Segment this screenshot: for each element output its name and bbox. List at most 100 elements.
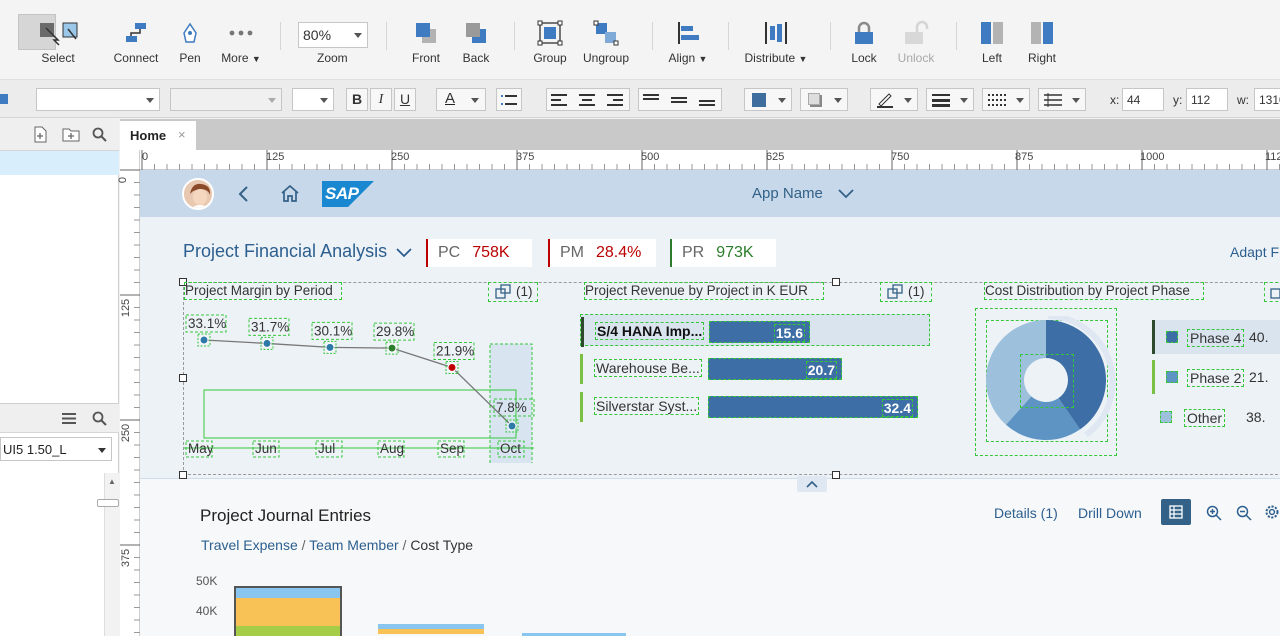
ungroup-button[interactable]: Ungroup — [578, 16, 634, 76]
journal-bar-selected[interactable] — [234, 586, 342, 636]
open-link-icon[interactable] — [887, 284, 903, 299]
zoom-select[interactable]: 80% — [298, 22, 368, 48]
margin-data-point[interactable] — [325, 342, 335, 352]
unlock-button[interactable]: Unlock — [892, 16, 940, 76]
more-tool[interactable]: More ▼ — [218, 16, 264, 76]
margin-data-point[interactable] — [447, 362, 457, 372]
revenue-bar-row[interactable]: Silverstar Syst... 32.4 — [580, 390, 940, 422]
tab-close-icon[interactable]: × — [178, 127, 186, 142]
bold-button[interactable]: B — [346, 88, 368, 111]
valign-top-icon[interactable] — [643, 93, 659, 107]
connect-tool[interactable]: Connect — [108, 16, 164, 76]
resize-handle[interactable] — [179, 471, 187, 479]
underline-button[interactable]: U — [394, 88, 416, 111]
pen-tool[interactable]: Pen — [170, 16, 210, 76]
cost-card-title[interactable]: Cost Distribution by Project Phase — [985, 283, 1190, 298]
margin-card-title[interactable]: Project Margin by Period — [185, 283, 333, 298]
align-center-icon[interactable] — [579, 93, 595, 107]
library-select[interactable]: UI5 1.50_L — [0, 437, 112, 461]
scroll-thumb[interactable] — [97, 499, 119, 507]
collapse-header-button[interactable] — [797, 476, 827, 492]
align-right-icon[interactable] — [607, 93, 623, 107]
design-canvas[interactable]: SAP App Name Project Financial Analysis … — [140, 170, 1280, 636]
valign-middle-icon[interactable] — [671, 93, 687, 107]
revenue-bar-chart[interactable]: S/4 HANA Imp... 15.6 Warehouse Be... 20.7 Si… — [580, 310, 940, 430]
line-color-button[interactable] — [870, 88, 918, 111]
style-select[interactable] — [36, 88, 160, 111]
settings-gear-icon[interactable] — [1264, 504, 1280, 520]
margin-line-chart[interactable]: 33.1% 31.7% 30.1% 29.8% 21.9% 7.8% May Jun Jul Au… — [184, 308, 544, 463]
lock-button[interactable]: Lock — [844, 16, 884, 76]
margin-data-point[interactable] — [387, 343, 397, 353]
font-color-button[interactable]: A — [436, 88, 486, 111]
back-chevron-icon[interactable] — [238, 186, 250, 202]
menu-icon[interactable] — [62, 412, 76, 425]
revenue-bar[interactable]: 20.7 — [708, 358, 842, 380]
scroll-up-icon[interactable]: ▲ — [108, 477, 116, 486]
arrow-style-button[interactable] — [1038, 88, 1086, 111]
add-page-icon[interactable] — [32, 126, 48, 143]
distribute-menu[interactable]: Distribute ▼ — [742, 16, 810, 76]
home-icon[interactable] — [280, 184, 300, 202]
dock-right-button[interactable]: Right — [1022, 16, 1062, 76]
details-button[interactable]: Details (1) — [994, 505, 1058, 521]
page-list-item-selected[interactable] — [0, 151, 119, 175]
breadcrumb-link-team[interactable]: Team Member — [309, 537, 398, 553]
group-button[interactable]: Group — [528, 16, 572, 76]
margin-data-point[interactable] — [507, 421, 517, 431]
align-left-icon[interactable] — [551, 93, 567, 107]
zoom-in-icon[interactable] — [1206, 505, 1222, 521]
margin-data-point[interactable] — [199, 335, 209, 345]
search-icon[interactable] — [92, 127, 107, 142]
shadow-button[interactable] — [800, 88, 848, 111]
resize-handle[interactable] — [832, 278, 840, 286]
open-link-icon[interactable] — [495, 284, 511, 299]
y-input[interactable]: 112 — [1186, 88, 1228, 111]
library-scrollbar[interactable]: ▲ — [97, 473, 119, 636]
journal-bar[interactable] — [378, 624, 484, 634]
select-tool[interactable]: Select — [16, 16, 100, 76]
page-title[interactable]: Project Financial Analysis — [183, 241, 387, 262]
add-folder-icon[interactable] — [62, 127, 80, 142]
valign-bottom-icon[interactable] — [699, 93, 715, 107]
library-search-icon[interactable] — [92, 411, 107, 426]
kpi-pm[interactable]: PM 28.4% — [548, 239, 656, 267]
open-link-icon[interactable] — [1270, 284, 1280, 299]
breadcrumb-link-travel[interactable]: Travel Expense — [201, 537, 298, 553]
legend-item[interactable]: Phase 4 40. — [1152, 320, 1280, 354]
revenue-bar[interactable]: 32.4 — [708, 396, 918, 418]
app-title-chevron-icon[interactable] — [838, 189, 854, 199]
avatar[interactable] — [182, 178, 214, 210]
bring-front-button[interactable]: Front — [404, 16, 448, 76]
revenue-bar-row[interactable]: S/4 HANA Imp... 15.6 — [580, 314, 930, 347]
kpi-pc[interactable]: PC 758K — [426, 239, 532, 267]
fill-color-button[interactable] — [744, 88, 792, 111]
send-back-button[interactable]: Back — [454, 16, 498, 76]
kpi-pr[interactable]: PR 973K — [670, 239, 776, 267]
legend-item[interactable]: Phase 2 21. — [1152, 360, 1280, 394]
tab-home[interactable]: Home × — [120, 121, 196, 150]
italic-button[interactable]: I — [370, 88, 392, 111]
table-view-button[interactable] — [1161, 499, 1191, 525]
margin-data-point[interactable] — [262, 338, 272, 348]
app-title[interactable]: App Name — [752, 185, 823, 202]
revenue-bar[interactable]: 15.6 — [709, 321, 810, 343]
library-panel-header — [0, 403, 119, 433]
revenue-bar-row[interactable]: Warehouse Be... 20.7 — [580, 352, 940, 384]
font-size-select[interactable] — [292, 88, 334, 111]
font-family-select[interactable] — [170, 88, 282, 111]
w-input[interactable]: 1310 — [1254, 88, 1280, 111]
drill-down-button[interactable]: Drill Down — [1078, 505, 1142, 521]
resize-handle[interactable] — [832, 471, 840, 479]
align-menu[interactable]: Align ▼ — [666, 16, 710, 76]
legend-item[interactable]: Other 38. — [1152, 400, 1280, 434]
dock-left-button[interactable]: Left — [972, 16, 1012, 76]
adapt-filters-link[interactable]: Adapt F — [1230, 244, 1279, 260]
page-title-chevron-icon[interactable] — [396, 248, 412, 258]
x-input[interactable]: 44 — [1122, 88, 1164, 111]
list-button[interactable] — [496, 88, 522, 111]
zoom-out-icon[interactable] — [1236, 505, 1252, 521]
line-style-button[interactable] — [982, 88, 1030, 111]
revenue-card-title[interactable]: Project Revenue by Project in K EUR — [585, 283, 808, 298]
line-width-button[interactable] — [926, 88, 974, 111]
